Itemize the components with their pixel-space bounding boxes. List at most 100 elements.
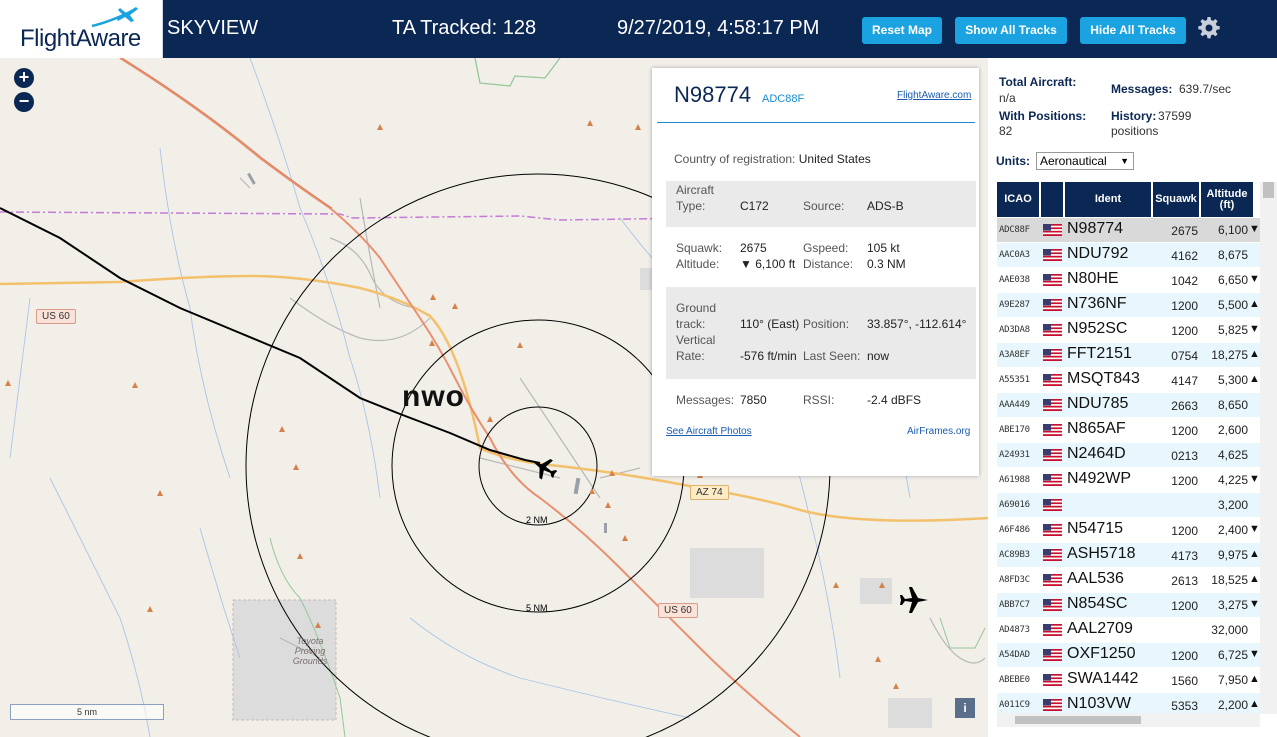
table-row[interactable]: AD4873 AAL2709 32,000: [997, 618, 1262, 643]
aircraft-icon: [900, 587, 928, 613]
flightaware-link[interactable]: FlightAware.com: [897, 90, 971, 101]
ident-cell: N103VW: [1067, 695, 1132, 712]
us-flag-icon: [1043, 424, 1062, 436]
rssi-label: RSSI:: [803, 393, 835, 407]
hide-all-tracks-button[interactable]: Hide All Tracks: [1080, 17, 1186, 44]
horizontal-scrollbar[interactable]: [997, 713, 1260, 727]
table-row[interactable]: ABEBE0 SWA1442 1560 7,950 ▲: [997, 668, 1262, 693]
altitude-value: ▼ 6,100 ft: [740, 257, 796, 271]
ident-cell: N854SC: [1067, 595, 1128, 612]
reset-map-button[interactable]: Reset Map: [862, 17, 942, 44]
site-name: SKYVIEW: [167, 17, 259, 39]
altitude-cell: 6,650: [1217, 273, 1248, 287]
table-row[interactable]: A9E287 N736NF 1200 5,500 ▲: [997, 293, 1262, 318]
table-row[interactable]: ABE170 N865AF 1200 2,600: [997, 418, 1262, 443]
gspeed-label: Gspeed:: [803, 241, 849, 255]
ident-cell: NDU785: [1067, 395, 1129, 412]
altitude-trend-icon: ▲: [1249, 673, 1260, 685]
altitude-trend-icon: ▲: [1249, 348, 1260, 360]
zoom-out-button[interactable]: −: [14, 92, 34, 112]
col-header-altitude[interactable]: Altitude (ft): [1201, 182, 1253, 217]
table-row[interactable]: A69016 3,200: [997, 493, 1262, 518]
altitude-trend-icon: ▼: [1249, 648, 1260, 660]
icao-cell: AD3DA8: [999, 325, 1030, 335]
us-flag-icon: [1043, 574, 1062, 586]
ident-cell: AAL2709: [1067, 620, 1133, 637]
source-label: Source:: [803, 199, 845, 213]
icao-cell: A8FD3C: [999, 575, 1030, 585]
ground-track-value: 110° (East): [740, 317, 800, 331]
table-row[interactable]: A61988 N492WP 1200 4,225 ▼: [997, 468, 1262, 493]
table-row[interactable]: A3A8EF FFT2151 0754 18,275 ▲: [997, 343, 1262, 368]
gspeed-value: 105 kt: [867, 241, 900, 255]
us-flag-icon: [1043, 399, 1062, 411]
icao-cell: A69016: [999, 500, 1030, 510]
messages-rate-label: Messages:: [1111, 82, 1173, 96]
us-flag-icon: [1043, 524, 1062, 536]
table-row[interactable]: A54DAD OXF1250 1200 6,725 ▼: [997, 643, 1262, 668]
us-flag-icon: [1043, 374, 1062, 386]
table-row[interactable]: A011C9 N103VW 5353 2,200 ▲: [997, 693, 1262, 714]
table-row[interactable]: ABB7C7 N854SC 1200 3,275 ▼: [997, 593, 1262, 618]
us-flag-icon: [1043, 599, 1062, 611]
country-value: United States: [798, 152, 871, 166]
messages-rate-value: 639.7/sec: [1179, 82, 1232, 96]
col-header-flag[interactable]: [1041, 182, 1063, 217]
altitude-cell: 3,200: [1217, 498, 1248, 512]
altitude-trend-icon: ▲: [1249, 373, 1260, 385]
altitude-cell: 18,525: [1211, 573, 1248, 587]
squawk-cell: 4162: [1171, 249, 1198, 263]
altitude-cell: 7,950: [1217, 673, 1248, 687]
squawk-cell: 2663: [1171, 399, 1198, 413]
altitude-cell: 2,400: [1217, 523, 1248, 537]
col-header-icao[interactable]: ICAO: [997, 182, 1039, 217]
table-row[interactable]: A6F486 N54715 1200 2,400 ▼: [997, 518, 1262, 543]
scrollbar-thumb[interactable]: [1015, 716, 1141, 724]
table-row[interactable]: AAE038 N80HE 1042 6,650 ▼: [997, 268, 1262, 293]
col-header-ident[interactable]: Ident: [1065, 182, 1151, 217]
aircraft-type-label: Aircraft Type:: [676, 183, 715, 213]
ident-cell: N54715: [1067, 520, 1124, 537]
col-header-squawk[interactable]: Squawk: [1153, 182, 1199, 217]
units-select[interactable]: Aeronautical ▼: [1036, 152, 1134, 170]
last-seen-value: now: [867, 349, 890, 363]
altitude-cell: 8,675: [1217, 248, 1248, 262]
popup-divider: [657, 122, 975, 123]
table-row[interactable]: AAA449 NDU785 2663 8,650: [997, 393, 1262, 418]
airframes-link[interactable]: AirFrames.org: [907, 426, 970, 437]
popup-ident: N98774: [674, 82, 752, 107]
aircraft-photos-link[interactable]: See Aircraft Photos: [666, 426, 752, 437]
gear-icon[interactable]: [1197, 16, 1221, 40]
table-row[interactable]: AC89B3 ASH5718 4173 9,975 ▲: [997, 543, 1262, 568]
us-flag-icon: [1043, 324, 1062, 336]
popup-icao[interactable]: ADC88F: [762, 93, 804, 105]
vertical-scrollbar[interactable]: [1260, 182, 1277, 714]
us-flag-icon: [1043, 274, 1062, 286]
show-all-tracks-button[interactable]: Show All Tracks: [955, 17, 1067, 44]
tracked-count: TA Tracked: 128: [392, 17, 537, 39]
altitude-trend-icon: ▼: [1249, 473, 1260, 485]
squawk-cell: 0754: [1171, 349, 1198, 363]
icao-cell: A6F486: [999, 525, 1030, 535]
icao-cell: A54DAD: [999, 650, 1030, 660]
scrollbar-thumb[interactable]: [1263, 182, 1274, 198]
table-row[interactable]: AD3DA8 N952SC 1200 5,825 ▼: [997, 318, 1262, 343]
altitude-trend-icon: ▲: [1249, 573, 1260, 585]
zoom-in-button[interactable]: +: [14, 68, 34, 88]
table-row[interactable]: AAC0A3 NDU792 4162 8,675: [997, 243, 1262, 268]
table-row[interactable]: ADC88F N98774 2675 6,100 ▼: [997, 218, 1262, 243]
flightaware-logo[interactable]: FlightAware: [0, 0, 163, 58]
altitude-cell: 5,500: [1217, 298, 1248, 312]
altitude-trend-icon: ▼: [1249, 323, 1260, 335]
squawk-cell: 1200: [1171, 474, 1198, 488]
altitude-cell: 5,825: [1217, 323, 1248, 337]
squawk-cell: 1200: [1171, 324, 1198, 338]
squawk-label: Squawk:: [676, 241, 723, 255]
table-row[interactable]: A24931 N2464D 0213 4,625: [997, 443, 1262, 468]
table-row[interactable]: A8FD3C AAL536 2613 18,525 ▲: [997, 568, 1262, 593]
altitude-cell: 4,225: [1217, 473, 1248, 487]
map-info-button[interactable]: i: [955, 698, 975, 718]
table-row[interactable]: A55351 MSQT843 4147 5,300 ▲: [997, 368, 1262, 393]
us-flag-icon: [1043, 699, 1062, 711]
messages-label: Messages:: [676, 393, 735, 407]
